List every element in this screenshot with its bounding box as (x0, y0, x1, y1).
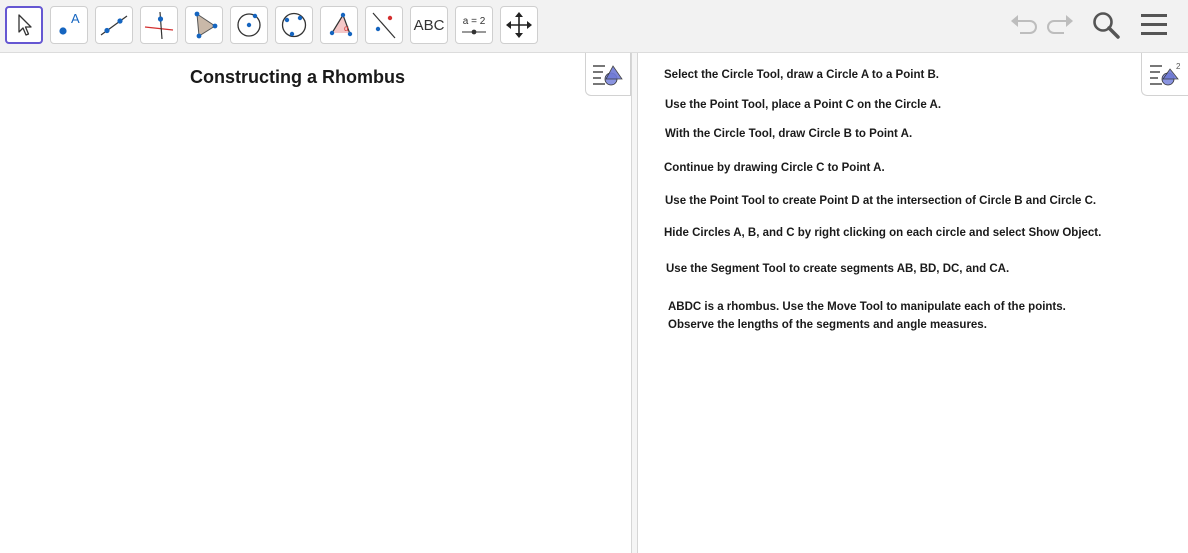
undo-icon (1011, 15, 1037, 34)
instruction-text[interactable]: Use the Segment Tool to create segments … (666, 260, 1009, 278)
graphics2-style-bar-toggle[interactable]: 2 (1141, 53, 1188, 96)
text-icon: ABC (413, 16, 445, 34)
instruction-text[interactable]: Select the Circle Tool, draw a Circle A … (664, 66, 939, 84)
point-tool-button[interactable]: A (50, 6, 88, 44)
line-tool-button[interactable] (95, 6, 133, 44)
reflect-about-line-icon (372, 12, 396, 39)
redo-icon (1047, 15, 1073, 34)
polygon-tool-button[interactable] (185, 6, 223, 44)
circle-center-point-icon (237, 13, 261, 37)
hamburger-menu-icon (1141, 14, 1167, 35)
main-menu-button[interactable] (1138, 9, 1170, 41)
reflect-tool-button[interactable] (365, 6, 403, 44)
polygon-icon (194, 11, 218, 39)
point-icon: A (59, 11, 80, 35)
view-divider[interactable] (631, 53, 638, 553)
instruction-text[interactable]: With the Circle Tool, draw Circle B to P… (665, 125, 912, 143)
circle-tool-button[interactable] (230, 6, 268, 44)
slider-tool-button[interactable]: a = 2 (455, 6, 493, 44)
instruction-text[interactable]: ABDC is a rhombus. Use the Move Tool to … (668, 298, 1066, 316)
cursor-arrow-icon (18, 14, 32, 36)
graphics-view[interactable] (0, 53, 631, 553)
point-label: A (71, 11, 80, 26)
instruction-text[interactable]: Observe the lengths of the segments and … (668, 316, 987, 334)
angle-icon: α (329, 12, 353, 37)
svg-text:α: α (344, 24, 349, 33)
slider-label: a = 2 (462, 15, 486, 27)
instruction-text[interactable]: Continue by drawing Circle C to Point A. (664, 159, 885, 177)
toolbar: A α ABC a = 2 (0, 0, 1188, 53)
page-title[interactable]: Constructing a Rhombus (190, 67, 405, 88)
redo-button[interactable] (1044, 9, 1076, 41)
move-graphics-view-tool-button[interactable] (500, 6, 538, 44)
move-tool-button[interactable] (5, 6, 43, 44)
instruction-text[interactable]: Hide Circles A, B, and C by right clicki… (664, 224, 1101, 242)
graphics-style-bar-toggle[interactable] (585, 53, 631, 96)
instruction-text[interactable]: Use the Point Tool, place a Point C on t… (665, 96, 941, 114)
perpendicular-line-tool-button[interactable] (140, 6, 178, 44)
instruction-text[interactable]: Use the Point Tool to create Point D at … (665, 192, 1096, 210)
perpendicular-line-icon (144, 11, 174, 40)
svg-text:2: 2 (1176, 62, 1181, 71)
style-bar-toggle-icon: 2 (1150, 62, 1181, 86)
circle-three-points-tool-button[interactable] (275, 6, 313, 44)
circle-three-points-icon (281, 12, 307, 38)
search-icon (1093, 12, 1120, 39)
line-through-points-icon (100, 15, 128, 36)
angle-tool-button[interactable]: α (320, 6, 358, 44)
move-arrows-icon (506, 12, 532, 38)
style-bar-toggle-icon (593, 65, 623, 86)
search-button[interactable] (1090, 9, 1122, 41)
undo-button[interactable] (1008, 9, 1040, 41)
text-tool-button[interactable]: ABC (410, 6, 448, 44)
slider-icon (462, 29, 486, 34)
